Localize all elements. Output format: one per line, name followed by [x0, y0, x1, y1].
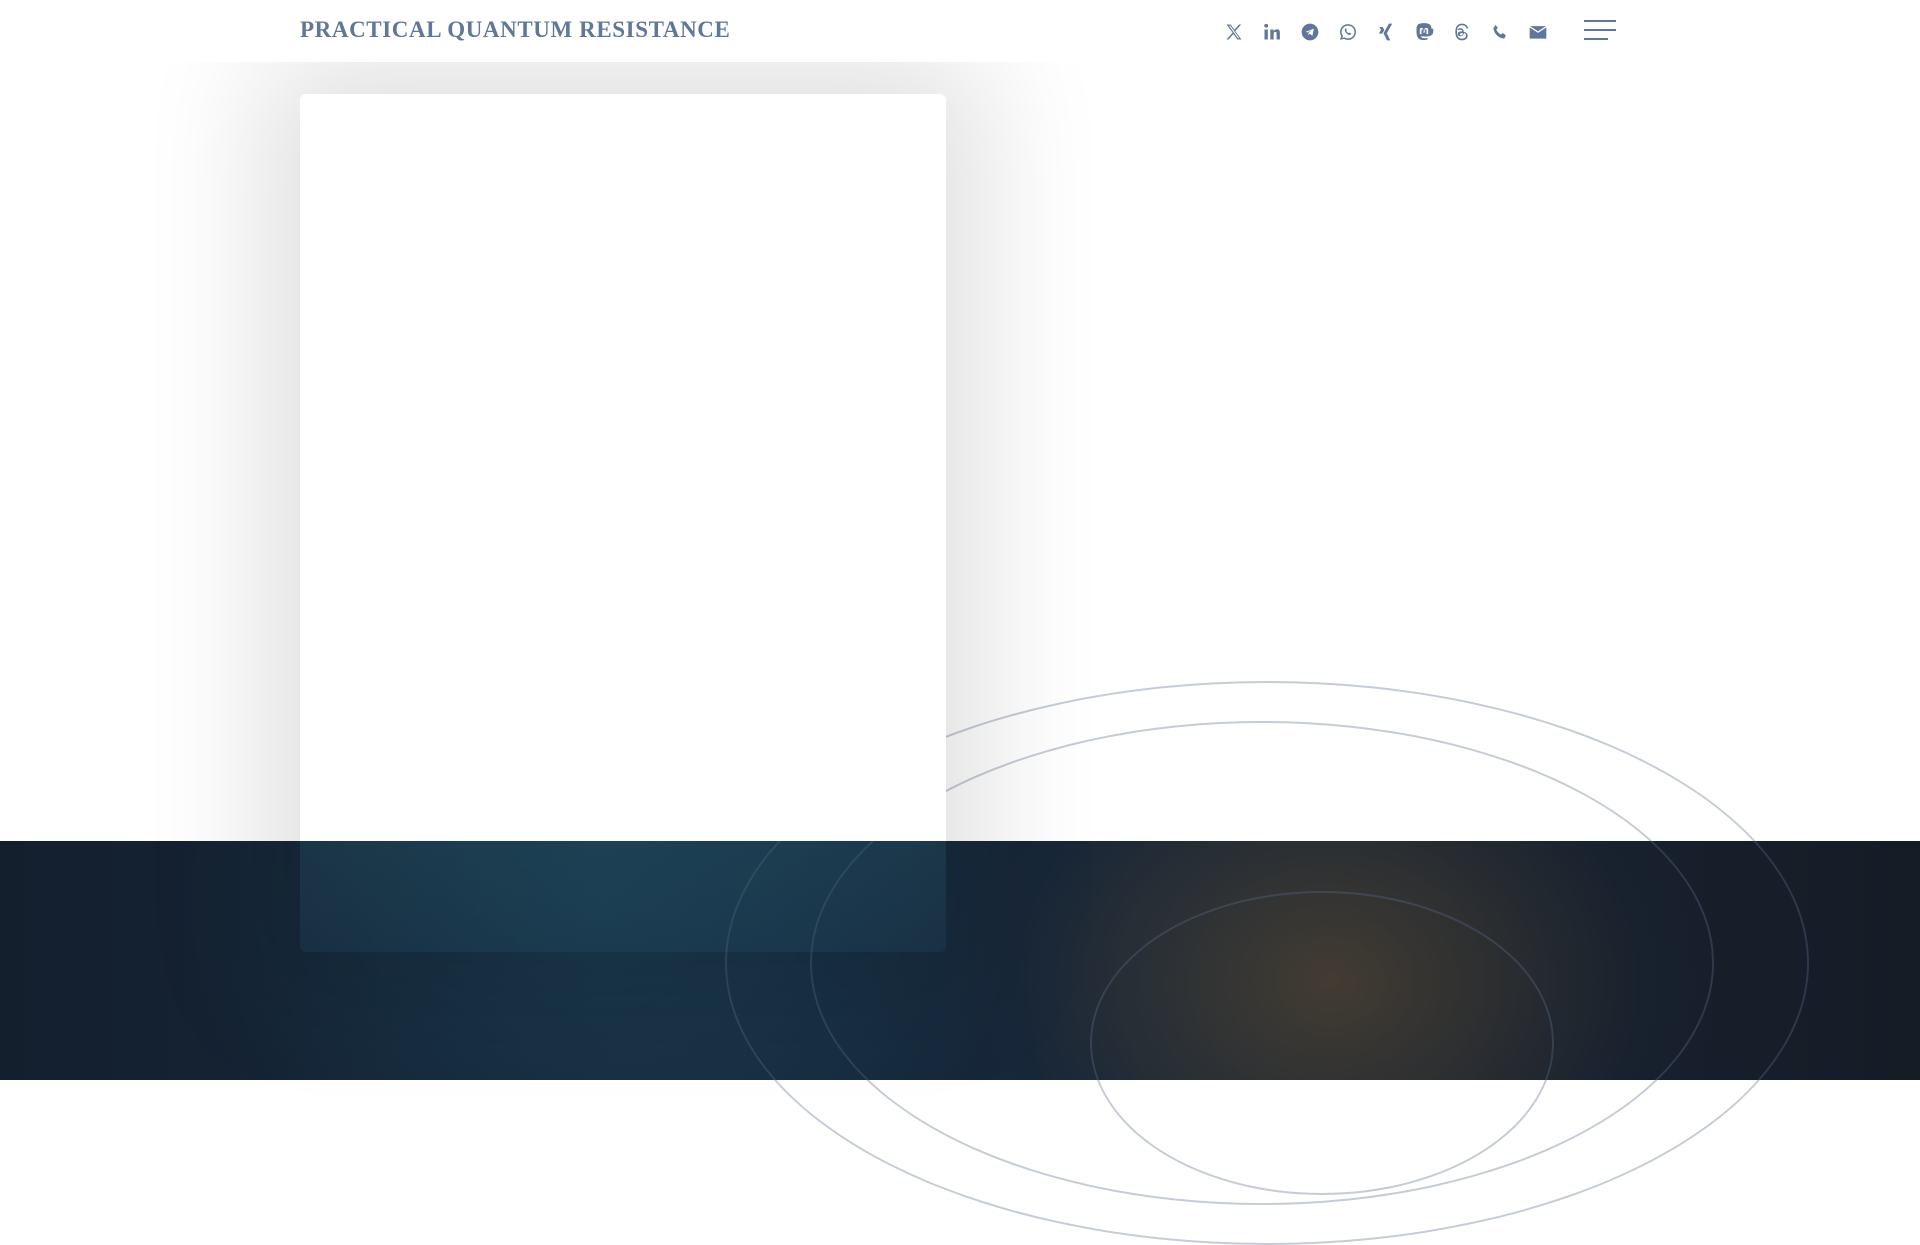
telegram-icon[interactable] — [1298, 20, 1322, 44]
hero-background-image — [0, 681, 1920, 1245]
linkedin-icon[interactable] — [1260, 20, 1284, 44]
phone-icon[interactable] — [1488, 20, 1512, 44]
social-links — [1222, 20, 1550, 44]
mastodon-icon[interactable] — [1412, 20, 1436, 44]
hamburger-menu-icon[interactable] — [1584, 20, 1616, 42]
email-icon[interactable] — [1526, 20, 1550, 44]
xing-icon[interactable] — [1374, 20, 1398, 44]
threads-icon[interactable] — [1450, 20, 1474, 44]
x-icon[interactable] — [1222, 20, 1246, 44]
decorative-ring — [1090, 891, 1554, 1195]
content-card — [300, 94, 946, 952]
whatsapp-icon[interactable] — [1336, 20, 1360, 44]
site-title[interactable]: PRACTICAL QUANTUM RESISTANCE — [300, 17, 730, 43]
site-header: PRACTICAL QUANTUM RESISTANCE — [0, 0, 1920, 62]
